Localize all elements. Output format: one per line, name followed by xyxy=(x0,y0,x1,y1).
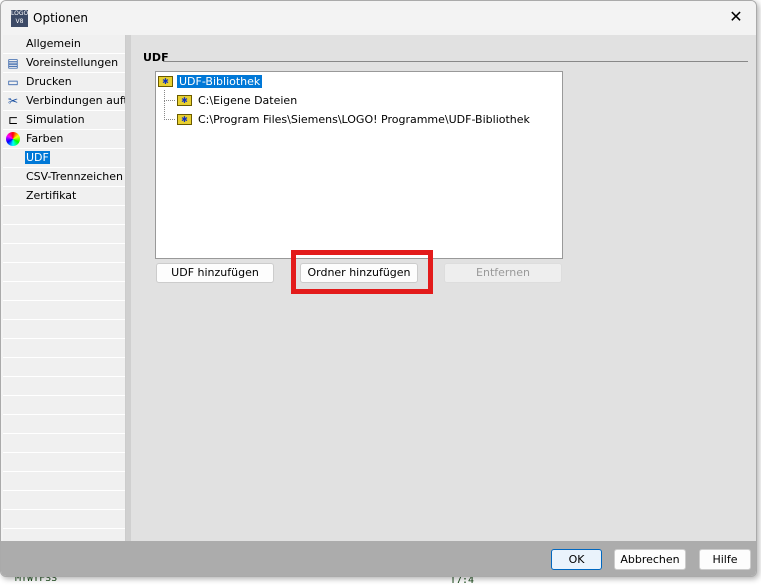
udf-panel: UDF ✱ UDF-Bibliothek ✱ C:\Eigene Dateien ✱… xyxy=(131,35,756,541)
sidebar-item-udf[interactable]: UDF xyxy=(3,149,125,168)
sidebar-item-label: Verbindungen auftre xyxy=(26,94,125,107)
tree-node-label: C:\Program Files\Siemens\LOGO! Programme… xyxy=(198,113,530,126)
empty-row xyxy=(3,453,125,472)
ok-button[interactable]: OK xyxy=(551,549,602,570)
empty-row xyxy=(3,301,125,320)
help-button[interactable]: Hilfe xyxy=(699,549,751,570)
group-divider xyxy=(163,61,748,62)
sidebar-item-allgemein[interactable]: Allgemein xyxy=(3,35,125,54)
sidebar-item-label: Drucken xyxy=(26,75,72,88)
sidebar-item-label: Allgemein xyxy=(26,37,81,50)
empty-row xyxy=(3,415,125,434)
highlight-box xyxy=(291,250,433,294)
empty-row xyxy=(3,434,125,453)
sidebar-item-drucken[interactable]: ▭ Drucken xyxy=(3,73,125,92)
sidebar-item-simulation[interactable]: ⊏ Simulation xyxy=(3,111,125,130)
empty-row xyxy=(3,263,125,282)
tree-connector xyxy=(164,101,175,120)
tree-connector xyxy=(164,90,175,101)
printer-icon: ▭ xyxy=(7,75,19,89)
tree-node[interactable]: ✱ C:\Eigene Dateien xyxy=(177,92,299,109)
sidebar-item-zertifikat[interactable]: Zertifikat xyxy=(3,187,125,206)
sidebar-item-csv[interactable]: CSV-Trennzeichen xyxy=(3,168,125,187)
tree-node-label: UDF-Bibliothek xyxy=(177,75,263,88)
color-wheel-icon xyxy=(5,132,21,147)
empty-row xyxy=(3,320,125,339)
empty-row xyxy=(3,225,125,244)
empty-row xyxy=(3,206,125,225)
empty-row xyxy=(3,472,125,491)
add-udf-button[interactable]: UDF hinzufügen xyxy=(156,263,274,283)
empty-row xyxy=(3,358,125,377)
tree-node-label: C:\Eigene Dateien xyxy=(198,94,298,107)
udf-tree[interactable]: ✱ UDF-Bibliothek ✱ C:\Eigene Dateien ✱ C:\P… xyxy=(155,71,563,259)
remove-button[interactable]: Entfernen xyxy=(444,263,562,283)
options-dialog: LOGO V8 Optionen ✕ Allgemein ▤ Voreinstell… xyxy=(0,0,757,577)
scissors-icon: ✂ xyxy=(7,94,19,108)
window-title: Optionen xyxy=(33,11,89,25)
simulation-icon: ⊏ xyxy=(7,113,19,127)
empty-row xyxy=(3,244,125,263)
empty-row xyxy=(3,396,125,415)
app-logo-icon: LOGO V8 xyxy=(11,10,29,27)
options-sidebar: Allgemein ▤ Voreinstellungen ▭ Drucken ✂ Ve… xyxy=(3,35,126,541)
empty-row xyxy=(3,377,125,396)
sidebar-item-label: Voreinstellungen xyxy=(26,56,119,69)
empty-row xyxy=(3,282,125,301)
empty-row xyxy=(3,491,125,510)
settings-icon: ▤ xyxy=(7,56,19,70)
sidebar-item-voreinstellungen[interactable]: ▤ Voreinstellungen xyxy=(3,54,125,73)
dialog-footer: OK Abbrechen Hilfe xyxy=(1,541,756,576)
tree-node[interactable]: ✱ C:\Program Files\Siemens\LOGO! Programm… xyxy=(177,111,532,128)
sidebar-item-label: UDF xyxy=(25,151,50,164)
cancel-button[interactable]: Abbrechen xyxy=(614,549,686,570)
title-bar: LOGO V8 Optionen ✕ xyxy=(1,1,756,35)
group-title: UDF xyxy=(143,51,169,64)
folder-icon: ✱ xyxy=(177,114,192,125)
folder-icon: ✱ xyxy=(158,76,173,87)
sidebar-item-label: Simulation xyxy=(26,113,85,126)
sidebar-item-label: Zertifikat xyxy=(26,189,77,202)
close-button[interactable]: ✕ xyxy=(724,7,748,26)
sidebar-item-verbindungen[interactable]: ✂ Verbindungen auftre xyxy=(3,92,125,111)
sidebar-item-label: Farben xyxy=(26,132,64,145)
folder-icon: ✱ xyxy=(177,95,192,106)
sidebar-item-label: CSV-Trennzeichen xyxy=(26,170,123,183)
sidebar-item-farben[interactable]: Farben xyxy=(3,130,125,149)
tree-node-root[interactable]: ✱ UDF-Bibliothek xyxy=(158,73,263,90)
empty-row xyxy=(3,510,125,529)
empty-row xyxy=(3,339,125,358)
